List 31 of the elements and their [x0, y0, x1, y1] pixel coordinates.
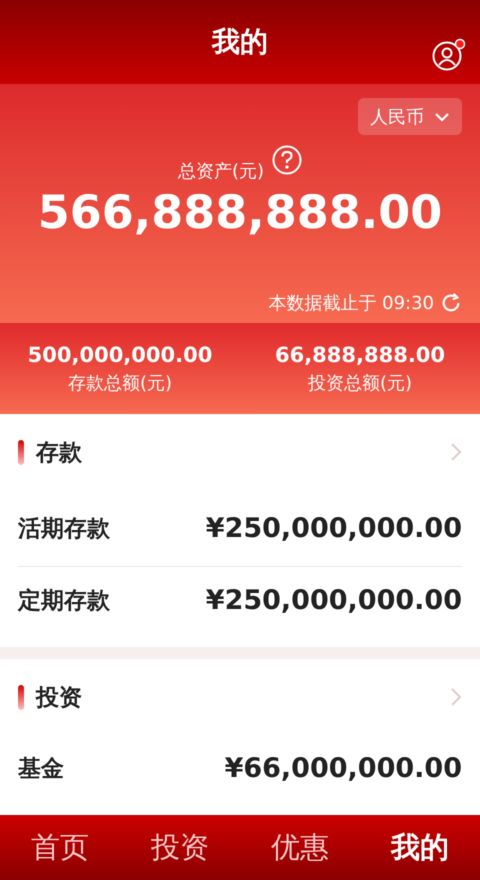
account-amount: ¥66,000,000.00: [224, 752, 462, 784]
update-time: 本数据截止于 09:30: [268, 292, 434, 315]
summary-label: 投资总额(元): [308, 372, 412, 394]
refresh-icon[interactable]: [440, 292, 462, 314]
section-title: 投资: [36, 684, 83, 712]
chevron-icon: [450, 442, 462, 462]
tab[interactable]: 投资: [120, 815, 240, 880]
tab[interactable]: 首页: [0, 815, 120, 880]
chevron-down-icon: [434, 112, 450, 122]
summary-label: 存款总额(元): [68, 372, 172, 394]
tab[interactable]: 优惠: [240, 815, 360, 880]
account-name: 基金: [18, 754, 64, 784]
chevron-icon: [450, 687, 462, 707]
total-assets-amount: 566,888,888.00: [36, 185, 444, 239]
summary-amount: 500,000,000.00: [28, 342, 212, 366]
account-name: 活期存款: [18, 514, 110, 544]
summary-amount: 66,888,888.00: [274, 342, 446, 366]
currency-dropdown[interactable]: 人民币: [358, 98, 462, 135]
account-amount: ¥250,000,000.00: [206, 584, 462, 616]
section-header[interactable]: 投资: [18, 659, 462, 735]
page-title: 我的: [212, 24, 268, 60]
section-title: 存款: [36, 438, 83, 468]
total-assets-label: 总资产(元): [178, 160, 264, 183]
section-header[interactable]: 存款: [18, 414, 462, 490]
help-icon[interactable]: [272, 145, 302, 175]
accent-bar-icon: [18, 440, 24, 464]
profile-icon[interactable]: [432, 38, 466, 72]
tab[interactable]: 我的: [360, 815, 480, 880]
account-name: 定期存款: [18, 586, 110, 616]
accent-bar-icon: [18, 684, 24, 710]
account-amount: ¥250,000,000.00: [206, 512, 462, 544]
